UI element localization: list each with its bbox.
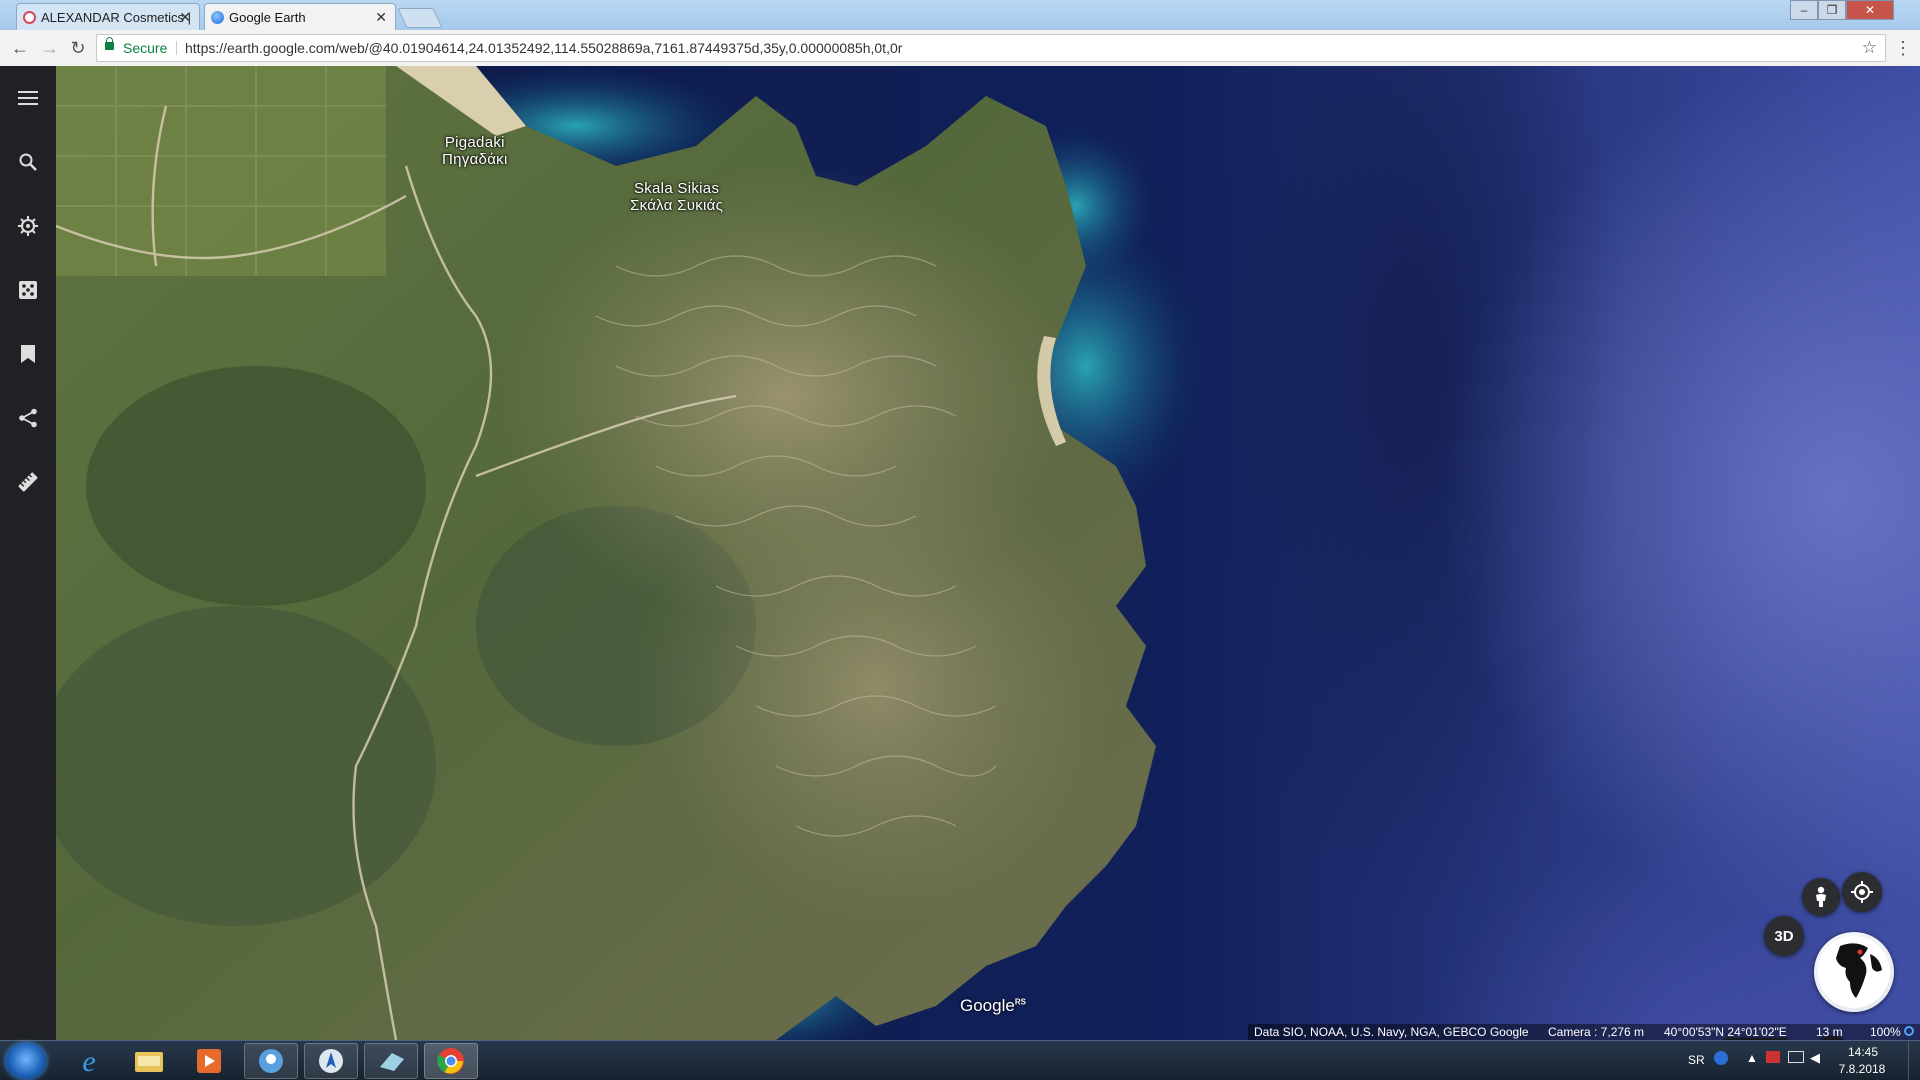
new-tab-button[interactable] — [397, 8, 443, 28]
measure-icon[interactable] — [14, 468, 42, 496]
google-earth-favicon-icon — [211, 11, 224, 24]
tab-close-icon[interactable]: ✕ — [375, 4, 387, 31]
google-earth-sidebar — [0, 66, 56, 1040]
internet-explorer-icon[interactable]: e — [62, 1043, 116, 1079]
tab-label: ALEXANDAR Cosmetics | — [41, 10, 192, 25]
place-label-latin: Pigadaki — [444, 134, 505, 151]
system-tray: SR ▲ ◀ 14:45 7.8.2018 — [1680, 1041, 1920, 1080]
share-icon[interactable] — [14, 404, 42, 432]
tab-close-icon[interactable]: ✕ — [179, 4, 191, 31]
loading-indicator-icon — [1904, 1026, 1914, 1036]
browser-toolbar: ← → ↻ Secure https://earth.google.com/we… — [0, 30, 1920, 67]
help-icon[interactable] — [1714, 1051, 1728, 1065]
secure-label: Secure — [123, 40, 168, 56]
clock-time[interactable]: 14:45 — [1838, 1045, 1888, 1059]
reload-button[interactable]: ↻ — [66, 36, 90, 60]
messenger-icon[interactable] — [244, 1043, 298, 1079]
chrome-icon[interactable] — [424, 1043, 478, 1079]
tab-favicon-icon — [23, 11, 36, 24]
voyager-icon[interactable] — [14, 212, 42, 240]
data-attribution[interactable]: Data SIO, NOAA, U.S. Navy, NGA, GEBCO Go… — [1254, 1024, 1529, 1040]
forward-button[interactable]: → — [38, 36, 62, 60]
place-label-greek: Σκάλα Συκιάς — [630, 197, 724, 214]
volume-icon[interactable]: ◀ — [1810, 1050, 1820, 1066]
camera-altitude: Camera : 7,276 m — [1548, 1025, 1645, 1039]
media-player-icon[interactable] — [182, 1043, 236, 1079]
toggle-3d-button[interactable]: 3D — [1764, 916, 1804, 956]
clock-date[interactable]: 7.8.2018 — [1830, 1062, 1894, 1076]
menu-icon[interactable] — [14, 84, 42, 112]
cursor-coordinates: 40°00'53"N 24°01'02"E — [1664, 1025, 1787, 1039]
map-status-bar: Data SIO, NOAA, U.S. Navy, NGA, GEBCO Go… — [1248, 1024, 1920, 1040]
tab-label: Google Earth — [229, 10, 306, 25]
crosshair-location-icon — [1851, 881, 1873, 903]
restore-button[interactable]: ❐ — [1818, 0, 1846, 20]
bookmark-star-icon[interactable]: ☆ — [1862, 35, 1877, 61]
eraser-app-icon[interactable] — [364, 1043, 418, 1079]
place-label-latin: Skala Sikias — [633, 180, 720, 197]
url-text[interactable]: https://earth.google.com/web/@40.0190461… — [185, 35, 902, 61]
lock-icon — [105, 37, 114, 50]
render-zoom: 100% — [1870, 1025, 1901, 1039]
address-bar[interactable]: Secure https://earth.google.com/web/@40.… — [96, 34, 1886, 62]
terrain-imagery — [56, 66, 1206, 1040]
tab-alexandar-cosmetics[interactable]: ALEXANDAR Cosmetics | ✕ — [16, 3, 200, 30]
action-center-flag-icon[interactable] — [1766, 1051, 1780, 1063]
close-window-button[interactable]: ✕ — [1846, 0, 1894, 20]
minimize-button[interactable]: – — [1790, 0, 1818, 20]
search-icon[interactable] — [14, 148, 42, 176]
feeling-lucky-icon[interactable] — [14, 276, 42, 304]
tab-google-earth[interactable]: Google Earth ✕ — [204, 3, 396, 30]
windows-taskbar: e SR ▲ ◀ 14:45 7.8.2018 — [0, 1040, 1920, 1080]
ground-elevation: 13 m — [1816, 1025, 1843, 1039]
globe-icon — [1818, 936, 1890, 1008]
place-label-greek: Πηγαδάκι — [442, 151, 508, 168]
browser-menu-icon[interactable]: ⋮ — [1894, 36, 1912, 60]
divider — [176, 41, 177, 55]
projects-icon[interactable] — [14, 340, 42, 368]
satellite-map-view[interactable]: Pigadaki Πηγαδάκι Skala Sikias Σκάλα Συκ… — [56, 66, 1920, 1040]
show-desktop-button[interactable] — [1908, 1041, 1919, 1080]
start-button[interactable] — [6, 1043, 46, 1079]
file-explorer-icon[interactable] — [122, 1043, 176, 1079]
navigation-app-icon[interactable] — [304, 1043, 358, 1079]
language-indicator[interactable]: SR — [1688, 1053, 1705, 1067]
pegman-street-view-button[interactable] — [1802, 878, 1840, 916]
globe-overview-button[interactable] — [1814, 932, 1894, 1012]
place-label-pigadaki[interactable]: Pigadaki Πηγαδάκι — [442, 134, 508, 168]
pegman-icon — [1816, 886, 1826, 907]
place-label-skala-sikias[interactable]: Skala Sikias Σκάλα Συκιάς — [630, 180, 723, 214]
back-button[interactable]: ← — [8, 36, 32, 60]
my-location-button[interactable] — [1842, 872, 1882, 912]
svg-text:e: e — [82, 1046, 95, 1076]
network-icon[interactable] — [1788, 1051, 1804, 1063]
browser-tab-strip: ALEXANDAR Cosmetics | ✕ Google Earth ✕ –… — [0, 0, 1920, 30]
google-logo: GoogleRS — [960, 996, 1026, 1015]
show-hidden-icons-icon[interactable]: ▲ — [1746, 1051, 1758, 1065]
